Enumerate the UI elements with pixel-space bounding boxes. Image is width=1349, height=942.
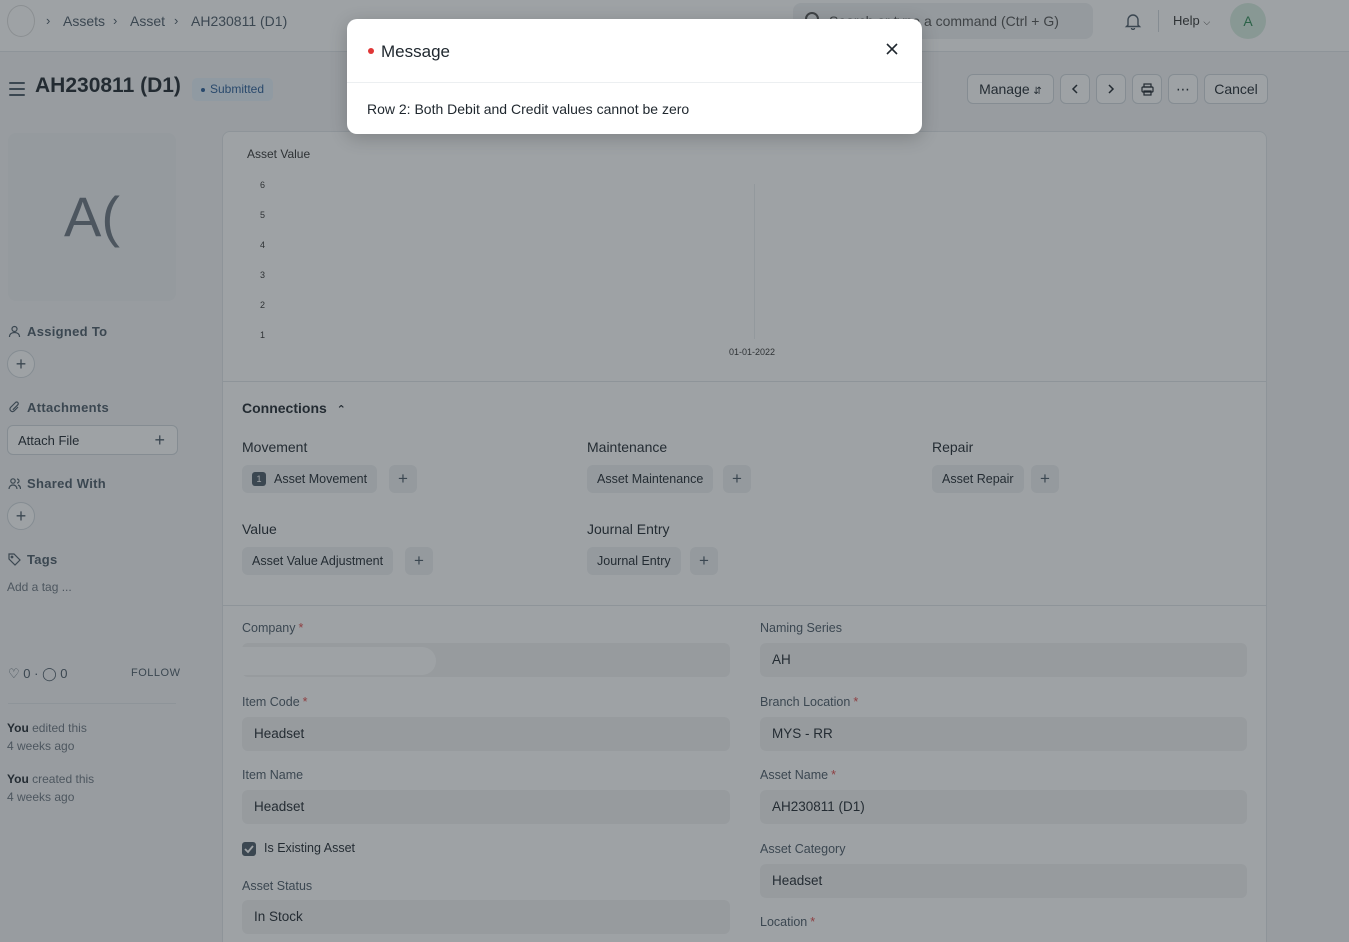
close-icon[interactable]: [883, 40, 901, 58]
modal-backdrop[interactable]: [0, 0, 1349, 942]
error-indicator-icon: [368, 48, 374, 54]
message-dialog: Message Row 2: Both Debit and Credit val…: [347, 19, 922, 134]
dialog-message: Row 2: Both Debit and Credit values cann…: [367, 101, 690, 117]
dialog-title: Message: [381, 42, 450, 61]
dialog-divider: [347, 82, 922, 83]
